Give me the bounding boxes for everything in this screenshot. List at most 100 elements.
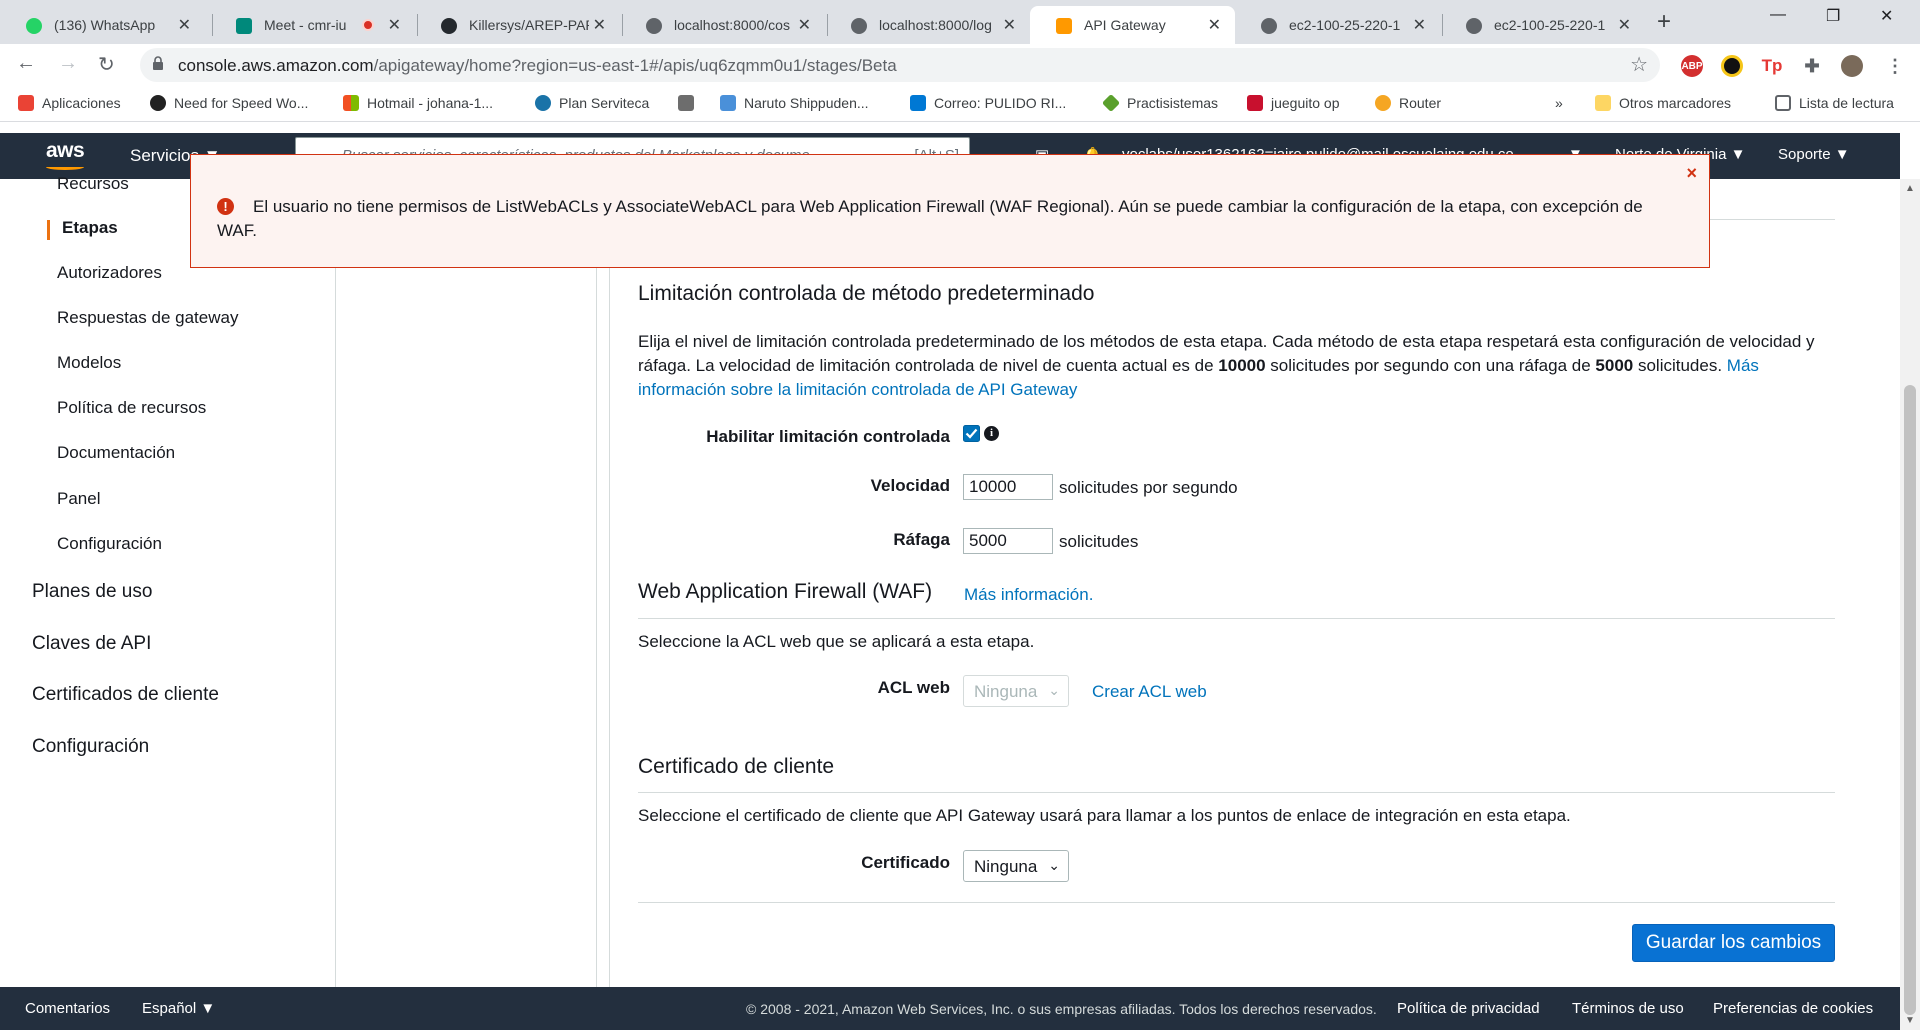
sidebar-item-recursos[interactable]: Recursos bbox=[57, 174, 129, 194]
browser-tab[interactable]: ec2-100-25-220-1 ✕ bbox=[1440, 6, 1645, 44]
new-tab-plus-icon[interactable]: + bbox=[1657, 8, 1671, 36]
close-icon[interactable]: ✕ bbox=[593, 15, 606, 35]
page-scrollbar[interactable]: ▲ ▼ bbox=[1900, 179, 1920, 1030]
browser-tab[interactable]: (136) WhatsApp ✕ bbox=[0, 6, 205, 44]
sidebar-item-configuracion-general[interactable]: Configuración bbox=[32, 736, 149, 758]
sidebar-item-planes-uso[interactable]: Planes de uso bbox=[32, 581, 152, 603]
close-icon[interactable]: ✕ bbox=[178, 15, 191, 35]
sidebar-item-modelos[interactable]: Modelos bbox=[57, 353, 121, 373]
acl-select-value: Ninguna bbox=[974, 682, 1038, 701]
browser-tab[interactable]: localhost:8000/cos ✕ bbox=[620, 6, 825, 44]
tab-label: Meet - cmr-iu bbox=[264, 17, 347, 33]
waf-more-info-link[interactable]: Más información. bbox=[964, 585, 1093, 605]
diamond-icon bbox=[1101, 93, 1121, 113]
terms-link[interactable]: Términos de uso bbox=[1572, 1000, 1684, 1017]
services-label: Servicios bbox=[130, 146, 199, 165]
privacy-link[interactable]: Política de privacidad bbox=[1397, 1000, 1540, 1017]
close-icon[interactable]: ✕ bbox=[1208, 15, 1221, 35]
close-icon[interactable]: ✕ bbox=[1003, 15, 1016, 35]
close-icon[interactable]: ✕ bbox=[798, 15, 811, 35]
burst-input[interactable] bbox=[963, 528, 1053, 554]
bookmark-item[interactable]: jueguito op bbox=[1247, 95, 1340, 111]
account-burst-value: 5000 bbox=[1595, 356, 1634, 375]
tab-label: ec2-100-25-220-1 bbox=[1289, 17, 1401, 33]
other-bookmarks[interactable]: Otros marcadores bbox=[1595, 95, 1731, 111]
bookmark-item[interactable]: Practisistemas bbox=[1101, 93, 1218, 113]
tab-label: API Gateway bbox=[1084, 17, 1166, 33]
certificate-label: Certificado bbox=[861, 853, 950, 872]
back-arrow-icon[interactable]: ← bbox=[16, 52, 36, 75]
info-icon[interactable]: i bbox=[984, 426, 999, 441]
bookmark-item[interactable]: Correo: PULIDO RI... bbox=[910, 95, 1066, 111]
forward-arrow-icon[interactable]: → bbox=[58, 52, 78, 75]
puzzle-icon[interactable]: ✚ bbox=[1801, 55, 1823, 77]
url-host: console.aws.amazon.com bbox=[178, 56, 374, 75]
router-icon bbox=[1375, 95, 1391, 111]
adblock-icon[interactable]: ABP bbox=[1681, 55, 1703, 77]
browser-tab[interactable]: ec2-100-25-220-1 ✕ bbox=[1235, 6, 1440, 44]
minimize-icon[interactable]: — bbox=[1770, 6, 1786, 24]
close-icon[interactable]: × bbox=[1686, 163, 1697, 184]
sidebar-item-documentacion[interactable]: Documentación bbox=[57, 443, 175, 463]
scroll-down-arrow-icon[interactable]: ▼ bbox=[1905, 1015, 1915, 1026]
bookmark-item[interactable] bbox=[678, 95, 702, 111]
acl-select[interactable]: Ninguna ⌄ bbox=[963, 675, 1069, 707]
close-icon[interactable]: ✕ bbox=[388, 15, 401, 35]
client-cert-description: Seleccione el certificado de cliente que… bbox=[638, 806, 1571, 825]
certificate-select[interactable]: Ninguna ⌄ bbox=[963, 850, 1069, 882]
bookmark-item[interactable]: Need for Speed Wo... bbox=[150, 95, 308, 111]
bookmark-star-icon[interactable]: ☆ bbox=[1630, 52, 1648, 77]
more-bookmarks-chevron[interactable]: » bbox=[1555, 95, 1563, 111]
window-close-icon[interactable]: ✕ bbox=[1880, 6, 1893, 26]
scrollbar-thumb[interactable] bbox=[1904, 385, 1916, 1015]
bookmark-label: Aplicaciones bbox=[42, 95, 121, 111]
throttling-title: Limitación controlada de método predeter… bbox=[638, 282, 1095, 305]
burst-label: Ráfaga bbox=[893, 530, 950, 549]
enable-throttling-label: Habilitar limitación controlada bbox=[706, 427, 950, 446]
enable-throttling-checkbox[interactable] bbox=[963, 425, 980, 442]
close-icon[interactable]: ✕ bbox=[1413, 15, 1426, 35]
save-changes-button[interactable]: Guardar los cambios bbox=[1632, 924, 1835, 962]
cookie-preferences-link[interactable]: Preferencias de cookies bbox=[1713, 1000, 1873, 1017]
browser-tab-active[interactable]: API Gateway ✕ bbox=[1030, 6, 1235, 44]
create-acl-link[interactable]: Crear ACL web bbox=[1092, 682, 1207, 702]
feedback-link[interactable]: Comentarios bbox=[25, 1000, 110, 1017]
sidebar-item-configuracion[interactable]: Configuración bbox=[57, 534, 162, 554]
reading-list[interactable]: Lista de lectura bbox=[1775, 95, 1894, 111]
bookmark-item[interactable]: Router bbox=[1375, 95, 1441, 111]
address-bar[interactable]: console.aws.amazon.com/apigateway/home?r… bbox=[140, 48, 1660, 82]
sidebar-item-respuestas-gateway[interactable]: Respuestas de gateway bbox=[57, 308, 238, 328]
rate-input[interactable] bbox=[963, 474, 1053, 500]
kebab-menu-icon[interactable]: ⋮ bbox=[1884, 55, 1906, 77]
bookmark-item[interactable]: Hotmail - johana-1... bbox=[343, 95, 493, 111]
sidebar-item-claves-api[interactable]: Claves de API bbox=[32, 633, 151, 655]
sidebar-item-autorizadores[interactable]: Autorizadores bbox=[57, 263, 162, 283]
apps-grid-icon bbox=[18, 95, 34, 111]
browser-tab[interactable]: Meet - cmr-iu ✕ bbox=[210, 6, 415, 44]
throttling-desc-text: solicitudes por segundo con una ráfaga d… bbox=[1265, 356, 1596, 375]
sidebar-item-panel[interactable]: Panel bbox=[57, 489, 100, 509]
section-divider bbox=[638, 902, 1835, 903]
browser-tab[interactable]: localhost:8000/log ✕ bbox=[825, 6, 1030, 44]
avatar[interactable] bbox=[1841, 55, 1863, 77]
bookmark-item[interactable]: Aplicaciones bbox=[18, 95, 121, 111]
scroll-up-arrow-icon[interactable]: ▲ bbox=[1905, 183, 1915, 194]
bookmark-item[interactable]: Plan Serviteca bbox=[535, 95, 649, 111]
reload-icon[interactable]: ↻ bbox=[98, 52, 115, 77]
sidebar-item-politica-recursos[interactable]: Política de recursos bbox=[57, 398, 206, 418]
extension-circle-icon[interactable] bbox=[1721, 55, 1743, 77]
restore-icon[interactable]: ❐ bbox=[1826, 6, 1840, 26]
support-menu[interactable]: Soporte ▼ bbox=[1778, 146, 1850, 163]
close-icon[interactable]: ✕ bbox=[1618, 15, 1631, 35]
triangle-icon bbox=[720, 95, 736, 111]
sidebar-item-etapas[interactable]: Etapas bbox=[62, 218, 118, 238]
bookmark-label: Naruto Shippuden... bbox=[744, 95, 869, 111]
bookmark-item[interactable]: Naruto Shippuden... bbox=[720, 95, 869, 111]
tp-extension-icon[interactable]: Tp bbox=[1761, 55, 1783, 77]
whatsapp-icon bbox=[26, 18, 42, 34]
browser-tab[interactable]: Killersys/AREP-PAR ✕ bbox=[415, 6, 620, 44]
aws-smile-logo-icon bbox=[46, 164, 84, 170]
aws-logo[interactable]: aws bbox=[46, 139, 85, 163]
language-menu[interactable]: Español ▼ bbox=[142, 1000, 215, 1017]
sidebar-item-certificados-cliente[interactable]: Certificados de cliente bbox=[32, 684, 219, 706]
